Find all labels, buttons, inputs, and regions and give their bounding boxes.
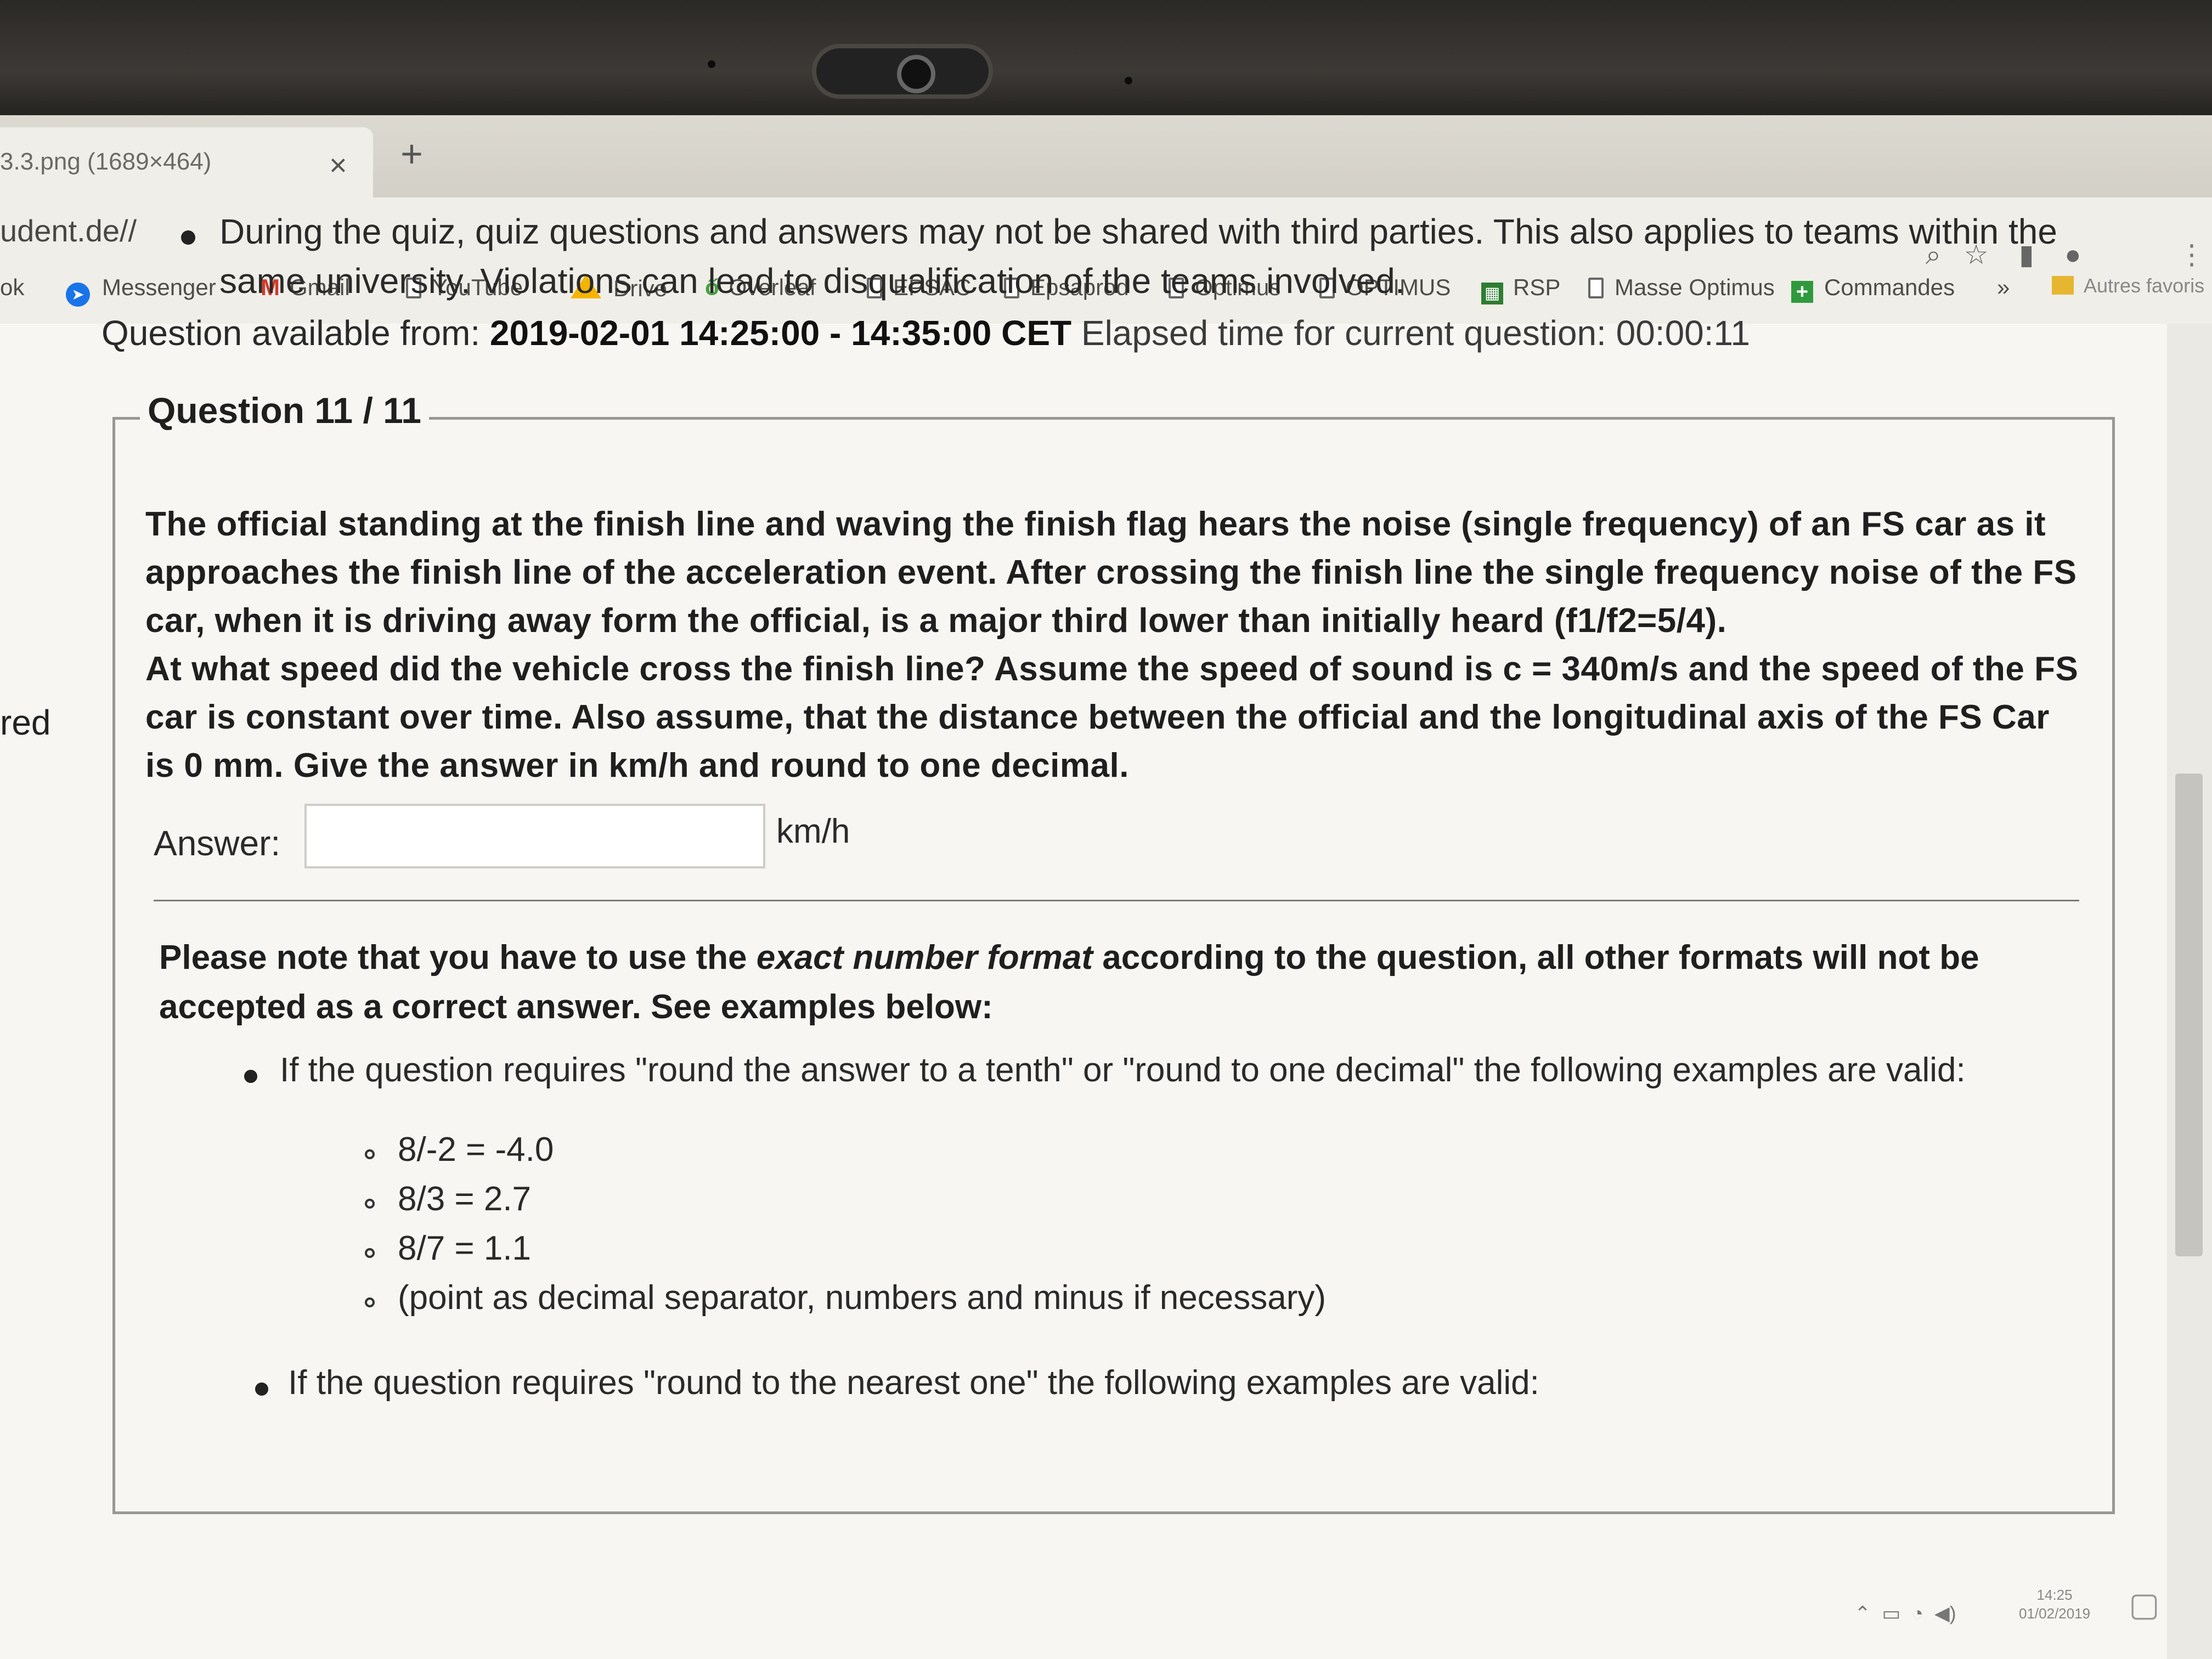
question-text-line: car, when it is driving away form the of…: [145, 602, 1727, 640]
answer-unit: km/h: [776, 812, 850, 850]
format-note-line: accepted as a correct answer. See exampl…: [159, 988, 993, 1026]
laptop-bezel: [0, 0, 2212, 118]
tab-title: 3.3.png (1689×464): [0, 148, 212, 175]
bookmark-label: »: [1997, 274, 2010, 300]
bookmark-item[interactable]: ok: [0, 274, 24, 301]
availability-prefix: Question available from:: [101, 313, 490, 353]
bookmark-label: Masse Optimus: [1615, 274, 1775, 300]
example-item: 8/-2 = -4.0: [398, 1131, 554, 1169]
webcam-lens: [897, 55, 935, 93]
notification-center-icon[interactable]: ▢: [2129, 1585, 2160, 1624]
page-icon: [1588, 278, 1604, 298]
question-text-line: car is constant over time. Also assume, …: [145, 698, 2050, 736]
sheet-icon: ▦: [1481, 283, 1503, 304]
system-tray: ⌃ ▭ ◔ ◀): [1854, 1602, 1956, 1625]
menu-kebab-icon[interactable]: ⋮: [2178, 239, 2205, 270]
clock-date: 01/02/2019: [2019, 1605, 2091, 1622]
scrollbar-thumb[interactable]: [2175, 774, 2203, 1256]
sidebar-fragment: red: [0, 703, 51, 742]
profile-icon[interactable]: ●: [2064, 239, 2081, 270]
browser-tab[interactable]: 3.3.png (1689×464) ×: [0, 127, 373, 198]
bookmark-messenger[interactable]: ➤ Messenger: [66, 274, 216, 307]
tab-strip: 3.3.png (1689×464) × +: [0, 115, 2212, 198]
format-note-line: Please note that you have to use the exa…: [159, 938, 1979, 977]
rule-tenth: If the question requires "round the answ…: [280, 1051, 1966, 1089]
question-legend: Question 11 / 11: [140, 390, 429, 431]
bookmarks-overflow[interactable]: »: [1997, 274, 2010, 301]
screen: 3.3.png (1689×464) × + — ❐ ✕ udent.de// …: [0, 115, 2212, 1659]
circle-bullet-icon: [365, 1199, 375, 1209]
note-text: according to the question, all other for…: [1093, 939, 1979, 977]
battery-icon[interactable]: ▭: [1882, 1602, 1900, 1624]
note-text: Please note that you have to use the: [159, 939, 757, 977]
bullet-icon: [255, 1383, 268, 1396]
bookmark-masse-optimus[interactable]: Masse Optimus: [1588, 274, 1775, 301]
circle-bullet-icon: [365, 1248, 375, 1258]
volume-icon[interactable]: ◀): [1934, 1602, 1956, 1624]
availability-window: 2019-02-01 14:25:00 - 14:35:00 CET: [489, 313, 1072, 353]
bezel-sensor: [708, 60, 715, 68]
network-icon[interactable]: ◔: [1911, 1602, 1923, 1624]
question-text-line: At what speed did the vehicle cross the …: [145, 650, 2079, 688]
tray-chevron-icon[interactable]: ⌃: [1854, 1602, 1871, 1624]
rule-nearest-one: If the question requires "round to the n…: [288, 1364, 1539, 1402]
circle-bullet-icon: [365, 1297, 375, 1307]
circle-bullet-icon: [365, 1149, 375, 1159]
bookmark-label: RSP: [1513, 274, 1561, 300]
example-item: (point as decimal separator, numbers and…: [398, 1279, 1327, 1317]
taskbar-clock[interactable]: 14:25 01/02/2019: [2019, 1585, 2090, 1623]
new-tab-button[interactable]: +: [400, 132, 423, 176]
bookmark-commandes[interactable]: + Commandes: [1791, 274, 1955, 303]
answer-label: Answer:: [154, 823, 281, 863]
bookmark-label: Commandes: [1824, 274, 1955, 300]
messenger-icon: ➤: [66, 283, 90, 307]
bookmark-label: ok: [0, 274, 25, 300]
question-text-line: is 0 mm. Give the answer in km/h and rou…: [145, 747, 1129, 785]
example-item: 8/3 = 2.7: [398, 1180, 532, 1218]
answer-input[interactable]: [304, 804, 765, 868]
question-availability: Question available from: 2019-02-01 14:2…: [101, 313, 1750, 353]
plus-icon: +: [1791, 281, 1813, 303]
bookmark-label: Autres favoris: [2084, 274, 2205, 297]
question-text-line: The official standing at the finish line…: [145, 505, 2046, 543]
bullet-icon: [244, 1070, 257, 1083]
section-divider: [154, 900, 2079, 901]
bullet-icon: [181, 230, 195, 245]
url-text[interactable]: udent.de//: [0, 213, 137, 249]
clock-time: 14:25: [2036, 1587, 2073, 1603]
bookmark-other-favorites[interactable]: Autres favoris: [2052, 274, 2204, 297]
note-emphasis: exact number format: [756, 939, 1093, 977]
question-text-line: approaches the finish line of the accele…: [145, 554, 2077, 591]
quiz-page: red During the quiz, quiz questions and …: [0, 212, 2167, 1659]
bezel-sensor: [1125, 77, 1132, 84]
folder-icon: [2052, 276, 2074, 295]
close-tab-icon[interactable]: ×: [329, 147, 347, 183]
rules-text-line: During the quiz, quiz questions and answ…: [219, 212, 2057, 251]
example-item: 8/7 = 1.1: [398, 1229, 532, 1267]
bookmark-rsp[interactable]: ▦ RSP: [1481, 274, 1560, 304]
elapsed-time: Elapsed time for current question: 00:00…: [1081, 313, 1750, 353]
bookmark-label: Messenger: [102, 274, 216, 300]
rules-text-line: same university. Violations can lead to …: [219, 261, 1405, 301]
